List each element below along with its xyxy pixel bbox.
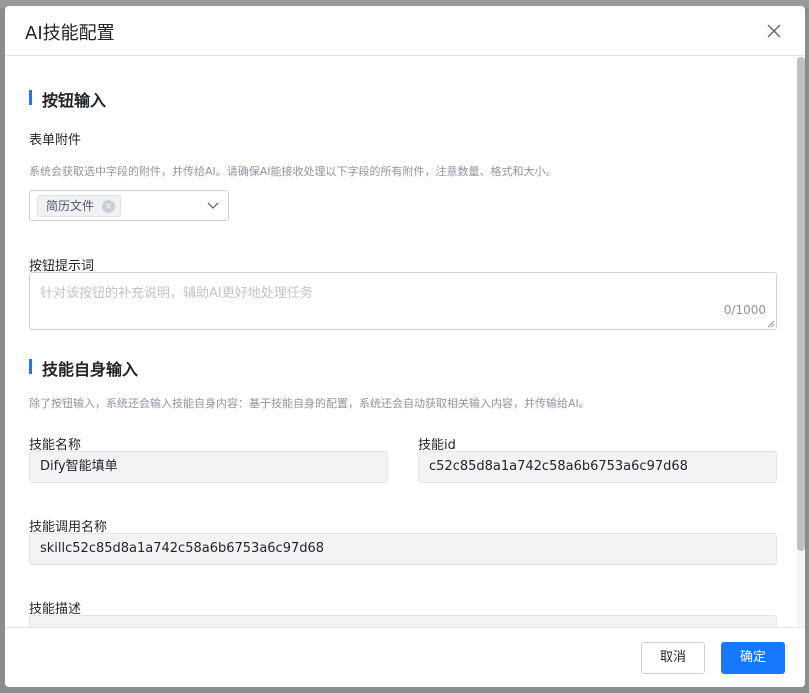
invoke-name-field: skillc52c85d8a1a742c58a6b6753a6c97d68 [29, 533, 777, 565]
skill-id-field: c52c85d8a1a742c58a6b6753a6c97d68 [418, 451, 777, 483]
ai-skill-config-dialog: AI技能配置 按钮输入 表单附件 系统会获取选中字段的附件，并传给AI。请确保A… [5, 6, 805, 687]
scrollbar-track[interactable] [797, 57, 805, 627]
tag-remove-icon[interactable]: × [102, 200, 116, 213]
chevron-down-icon[interactable] [207, 199, 219, 211]
attachments-select[interactable]: 简历文件 × [29, 190, 229, 221]
cancel-button[interactable]: 取消 [641, 642, 705, 674]
attachments-hint: 系统会获取选中字段的附件，并传给AI。请确保AI能接收处理以下字段的所有附件，注… [29, 165, 557, 178]
tag-label: 简历文件 [46, 199, 95, 213]
prompt-textarea[interactable]: 针对该按钮的补充说明，辅助AI更好地处理任务 0/1000 [29, 272, 777, 330]
dialog-title: AI技能配置 [25, 23, 115, 44]
attachments-label: 表单附件 [29, 133, 82, 148]
skill-name-field: Dify智能填单 [29, 451, 388, 483]
prompt-placeholder: 针对该按钮的补充说明，辅助AI更好地处理任务 [40, 286, 313, 301]
section-title-skill-input: 技能自身输入 [29, 356, 138, 380]
skill-input-hint: 除了按钮输入，系统还会输入技能自身内容：基于技能自身的配置，系统还会自动获取相关… [29, 397, 590, 410]
prompt-char-counter: 0/1000 [723, 303, 766, 317]
section-title-button-input: 按钮输入 [29, 87, 106, 111]
confirm-button[interactable]: 确定 [721, 642, 785, 674]
description-field [29, 615, 777, 627]
selected-tag: 简历文件 × [37, 195, 122, 217]
dialog-body[interactable]: 按钮输入 表单附件 系统会获取选中字段的附件，并传给AI。请确保AI能接收处理以… [5, 57, 805, 627]
dialog-header: AI技能配置 [5, 6, 805, 56]
close-icon[interactable] [763, 20, 785, 42]
dialog-footer: 取消 确定 [5, 627, 805, 687]
scrollbar-thumb[interactable] [797, 57, 805, 551]
resize-grip-icon[interactable] [767, 320, 775, 328]
